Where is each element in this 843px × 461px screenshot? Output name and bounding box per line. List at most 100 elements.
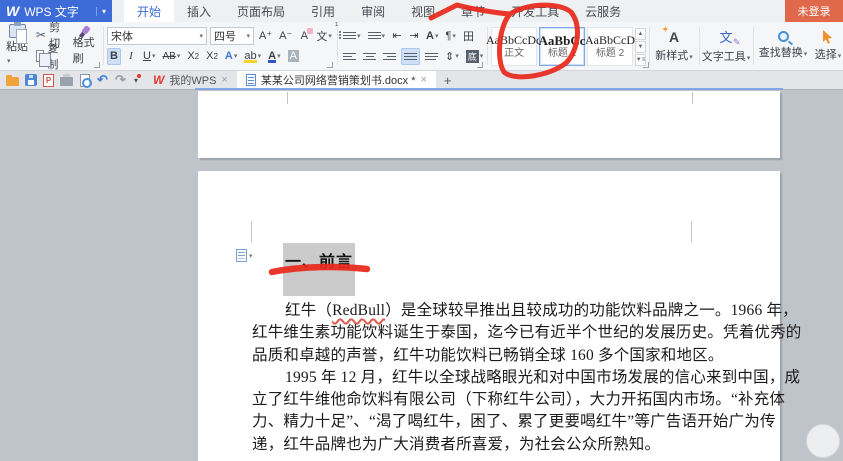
shading-bucket-icon: 底 — [466, 50, 479, 63]
ribbon-tab-review[interactable]: 审阅 — [348, 0, 398, 22]
ribbon-tab-dev-tools[interactable]: 开发工具 — [498, 0, 572, 22]
document-heading[interactable]: 一、前言 — [285, 248, 353, 272]
floating-assistant-bubble[interactable] — [806, 424, 840, 458]
save-button[interactable] — [24, 74, 37, 87]
bullet-list-icon — [343, 32, 356, 39]
shrink-font-button[interactable]: A⁻ — [277, 27, 294, 44]
open-file-button[interactable] — [6, 74, 19, 87]
styles-scroll-down-button[interactable]: ▼ — [635, 41, 646, 53]
insert-table-button[interactable]: 田 — [461, 27, 476, 44]
paragraph-marks-button[interactable]: ¶▾ — [444, 27, 458, 44]
italic-button[interactable]: I — [124, 48, 138, 65]
margin-mark — [692, 92, 693, 104]
ribbon-tab-strip: 开始 插入 页面布局 引用 审阅 视图 章节 开发工具 云服务 — [124, 0, 634, 22]
ribbon-tab-insert[interactable]: 插入 — [174, 0, 224, 22]
text-direction-button[interactable]: A▾ — [424, 27, 440, 44]
print-preview-button[interactable] — [78, 74, 91, 87]
asian-layout-button[interactable]: 文▾ — [314, 27, 334, 44]
text-tool-button[interactable]: 文 文字工具▾ — [701, 24, 751, 67]
styles-scroll-up-button[interactable]: ▲ — [635, 28, 646, 40]
undo-button[interactable]: ↶ — [96, 74, 109, 87]
document-line: 递，红牛品牌也为广大消费者所喜爱，为社会公众所熟知。 — [252, 434, 709, 456]
new-style-button[interactable]: A 新样式▾ — [651, 24, 697, 67]
underline-button[interactable]: U▾ — [141, 48, 157, 65]
numbered-list-icon — [368, 32, 381, 39]
align-left-icon — [343, 53, 356, 60]
chevron-down-icon[interactable]: ▾ — [96, 7, 106, 16]
margin-mark — [251, 221, 252, 242]
login-button[interactable]: 未登录 — [785, 0, 843, 22]
ribbon-tab-page-layout[interactable]: 页面布局 — [224, 0, 298, 22]
justify-icon — [404, 53, 417, 60]
margin-mark — [287, 92, 288, 104]
ribbon-tab-home[interactable]: 开始 — [124, 0, 174, 22]
increase-indent-button[interactable]: ⇥ — [407, 27, 421, 44]
app-menu-button[interactable]: W WPS 文字 ▾ — [0, 0, 112, 22]
new-style-icon: A — [669, 29, 679, 45]
pinyin-guide-button[interactable]: A▾ — [223, 48, 239, 65]
font-size-select[interactable]: 四号▾ — [210, 27, 254, 45]
ribbon-tab-cloud[interactable]: 云服务 — [572, 0, 634, 22]
close-icon[interactable]: × — [420, 74, 426, 86]
format-painter-button[interactable]: 格式刷 — [73, 24, 100, 66]
style-normal[interactable]: AaBbCcDd 正文 — [491, 27, 537, 66]
pdf-icon: P — [43, 74, 54, 87]
folder-icon — [6, 77, 19, 86]
style-heading-2[interactable]: AaBbCcD 标题 2 — [587, 27, 633, 66]
save-icon — [25, 74, 37, 86]
quick-access-toolbar: P ↶ ↷ ▾ — [0, 74, 144, 87]
copy-icon — [36, 50, 44, 62]
font-dialog-launcher[interactable] — [327, 62, 333, 68]
copy-button[interactable]: 复制 — [34, 47, 67, 64]
document-line: 1995 年 12 月，红牛以全球战略眼光和对中国市场发展的信心来到中国，成 — [252, 367, 709, 389]
ribbon-tab-section[interactable]: 章节 — [448, 0, 498, 22]
document-line: 力、精力十足”、“渴了喝红牛，困了、累了更要喝红牛”等广告语开始广为传 — [252, 411, 709, 433]
export-pdf-button[interactable]: P — [42, 74, 55, 87]
find-replace-button[interactable]: 查找替换▾ — [755, 24, 811, 67]
distribute-button[interactable] — [423, 48, 440, 65]
margin-mark — [691, 221, 692, 242]
bullets-button[interactable]: ▾ — [341, 27, 363, 44]
clipboard-dialog-launcher[interactable] — [94, 62, 100, 68]
char-shading-button[interactable]: A — [286, 48, 301, 65]
paragraph-dialog-launcher[interactable] — [477, 62, 483, 68]
customize-toolbar-caret[interactable]: ▾ — [134, 76, 138, 85]
print-button[interactable] — [60, 74, 73, 87]
justify-button[interactable] — [401, 48, 420, 65]
paste-button[interactable]: 粘贴▾ — [6, 24, 28, 66]
close-icon[interactable]: × — [221, 74, 227, 86]
grow-font-button[interactable]: A⁺ — [257, 27, 274, 44]
bold-button[interactable]: B — [107, 48, 121, 65]
chevron-down-icon: ▾ — [249, 252, 253, 260]
align-left-button[interactable] — [341, 48, 358, 65]
align-right-button[interactable] — [381, 48, 398, 65]
ribbon-tab-view[interactable]: 视图 — [398, 0, 448, 22]
numbering-button[interactable]: ▾ — [366, 27, 388, 44]
style-heading-1[interactable]: AaBbCc 标题 1 — [539, 27, 585, 66]
printer-icon — [60, 77, 73, 86]
align-center-button[interactable] — [361, 48, 378, 65]
document-line: 红牛（RedBull）是全球较早推出且较成功的功能饮料品牌之一。1966 年， — [252, 300, 709, 322]
paragraph-group: ▾ ▾ ⇤ ⇥ A▾ ¶▾ 田 ⇕▾ 底▾ ⊞▾ — [341, 24, 485, 69]
distribute-icon — [425, 53, 438, 60]
ribbon-tab-references[interactable]: 引用 — [298, 0, 348, 22]
doc-tab-active-document[interactable]: 某某公司网络营销策划书.docx * × — [237, 71, 436, 90]
paste-options-button[interactable]: ▾ — [236, 249, 253, 262]
doc-tab-wps-home[interactable]: W 我的WPS × — [144, 71, 237, 90]
line-spacing-button[interactable]: ⇕▾ — [443, 48, 461, 65]
clipboard-group: 粘贴▾ ✂ 剪切 复制 格式刷 — [6, 24, 100, 69]
font-color-button[interactable]: A▾ — [266, 48, 282, 65]
highlight-color-button[interactable]: ab▾ — [242, 48, 263, 65]
select-button[interactable]: 选择▾ — [813, 24, 843, 67]
strikethrough-button[interactable]: AB▾ — [160, 48, 182, 65]
clear-format-button[interactable]: A — [297, 27, 311, 44]
document-body[interactable]: 红牛（RedBull）是全球较早推出且较成功的功能饮料品牌之一。1966 年，红… — [252, 300, 709, 456]
superscript-button[interactable]: X2 — [185, 48, 201, 65]
font-family-select[interactable]: 宋体▾ — [107, 27, 207, 45]
decrease-indent-button[interactable]: ⇤ — [390, 27, 404, 44]
subscript-button[interactable]: X2 — [204, 48, 220, 65]
wps-home-icon: W — [153, 73, 164, 87]
align-center-icon — [363, 53, 376, 60]
redo-button[interactable]: ↷ — [114, 74, 127, 87]
new-tab-button[interactable]: + — [436, 73, 460, 88]
